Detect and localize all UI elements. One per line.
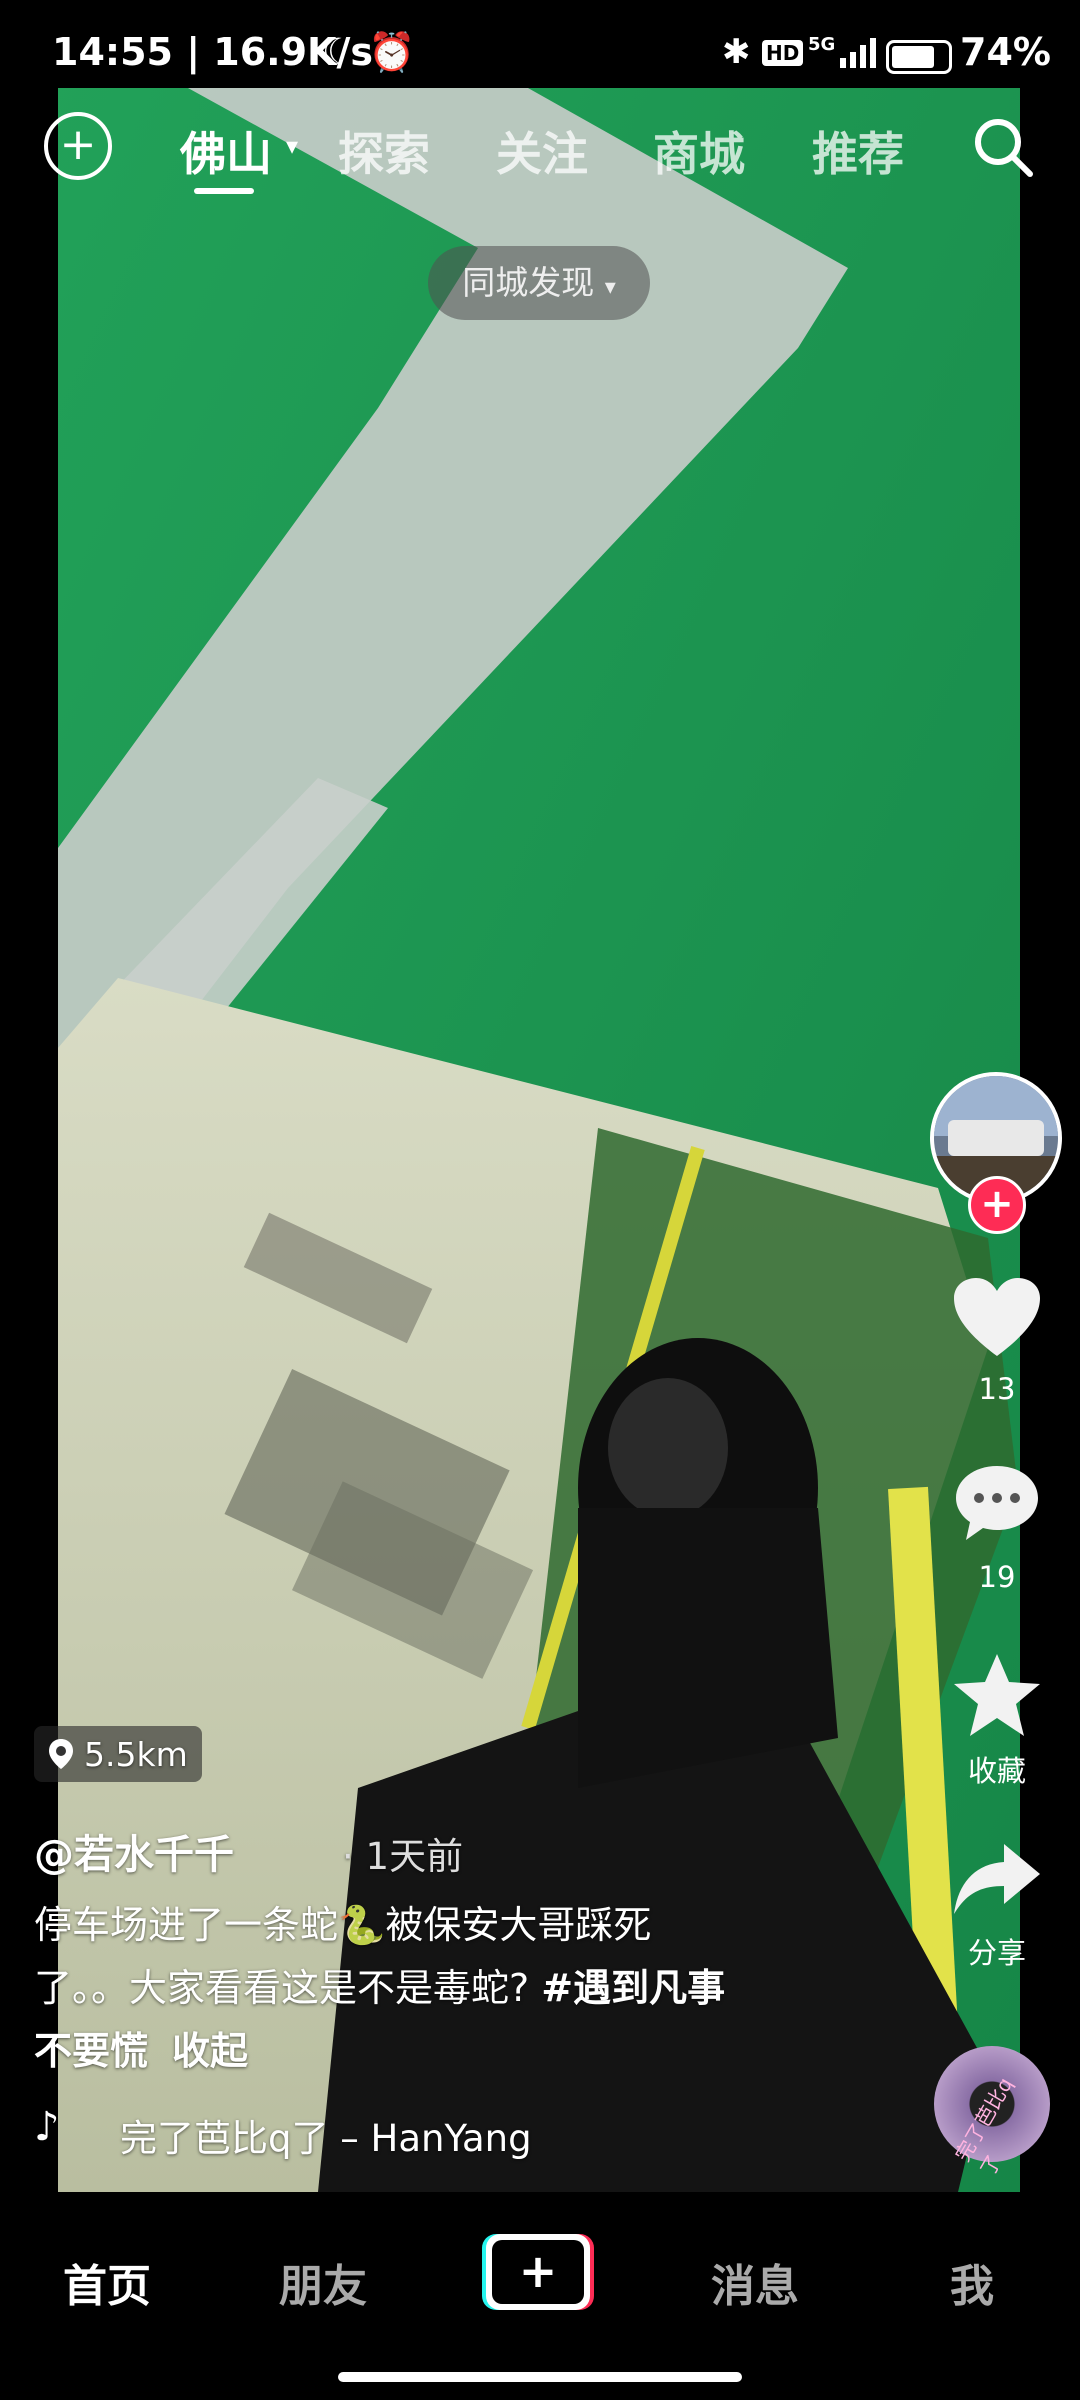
- pill-label: 同城发现: [462, 263, 595, 302]
- comment-icon[interactable]: [952, 1462, 1042, 1546]
- alarm-icon: ⏰: [368, 30, 416, 74]
- battery-icon: [886, 40, 952, 74]
- author-name[interactable]: @若水千千: [34, 1822, 234, 1880]
- tab-messages[interactable]: 消息: [711, 2250, 799, 2314]
- music-title[interactable]: 完了芭比q了 – HanYang: [120, 2108, 532, 2162]
- tab-following[interactable]: 关注: [496, 118, 588, 184]
- heart-icon[interactable]: [952, 1276, 1042, 1360]
- caption-line-2: 了。。大家看看这是不是毒蛇? #遇到凡事: [34, 1957, 854, 2020]
- nearby-discover-pill[interactable]: 同城发现 ▾: [428, 246, 650, 320]
- bluetooth-icon: ✱: [722, 32, 751, 72]
- follow-button[interactable]: +: [968, 1176, 1026, 1234]
- hashtag-link[interactable]: #遇到凡事: [541, 1966, 725, 2010]
- tab-friends[interactable]: 朋友: [279, 2250, 367, 2314]
- tab-mall[interactable]: 商城: [653, 118, 745, 184]
- location-chip[interactable]: 5.5km: [34, 1726, 202, 1782]
- music-disc[interactable]: 完了芭比q了: [934, 2046, 1050, 2180]
- tab-home[interactable]: 首页: [63, 2250, 151, 2314]
- tab-city[interactable]: 佛山: [180, 118, 272, 184]
- tab-explore[interactable]: 探索: [338, 118, 430, 184]
- search-icon[interactable]: [972, 116, 1036, 180]
- caption-text: 了。。大家看看这是不是毒蛇?: [34, 1966, 542, 2010]
- post-time: · 1天前: [342, 1835, 464, 1878]
- share-label: 分享: [967, 1936, 1026, 1970]
- music-note-icon: ♪: [34, 2104, 60, 2150]
- plus-icon: +: [492, 2240, 584, 2304]
- tab-me[interactable]: 我: [950, 2250, 994, 2314]
- comment-count: 19: [978, 1560, 1016, 1594]
- chevron-down-icon: ▾: [604, 275, 616, 300]
- like-count: 13: [978, 1372, 1016, 1406]
- active-tab-indicator: [194, 188, 254, 194]
- moon-icon: ☾: [322, 32, 355, 73]
- battery-level: 74%: [960, 30, 1051, 74]
- network-type: 5G: [808, 34, 836, 55]
- share-icon[interactable]: [952, 1842, 1042, 1918]
- caption-line-1: 停车场进了一条蛇🐍被保安大哥踩死: [34, 1903, 652, 1947]
- hd-badge: HD: [762, 40, 804, 66]
- add-live-button[interactable]: +: [44, 112, 112, 180]
- location-pin-icon: [49, 1739, 73, 1769]
- collapse-button[interactable]: 收起: [172, 2029, 248, 2073]
- caption-line-3: 不要慌 收起: [34, 2020, 854, 2083]
- distance-text: 5.5km: [84, 1734, 188, 1774]
- hashtag-link-cont[interactable]: 不要慌: [34, 2029, 148, 2073]
- star-icon[interactable]: [952, 1652, 1042, 1738]
- status-bar: 14:55 | 16.9K/s ☾ ⏰ ✱ HD 5G 74%: [0, 0, 1080, 88]
- favorite-label: 收藏: [967, 1754, 1026, 1788]
- chevron-down-icon[interactable]: ▾: [286, 132, 298, 160]
- tab-recommend[interactable]: 推荐: [812, 118, 904, 184]
- create-button[interactable]: +: [482, 2234, 594, 2310]
- caption: 停车场进了一条蛇🐍被保安大哥踩死 了。。大家看看这是不是毒蛇? #遇到凡事 不要…: [34, 1894, 854, 2083]
- signal-icon: [840, 38, 876, 68]
- home-indicator[interactable]: [338, 2372, 742, 2382]
